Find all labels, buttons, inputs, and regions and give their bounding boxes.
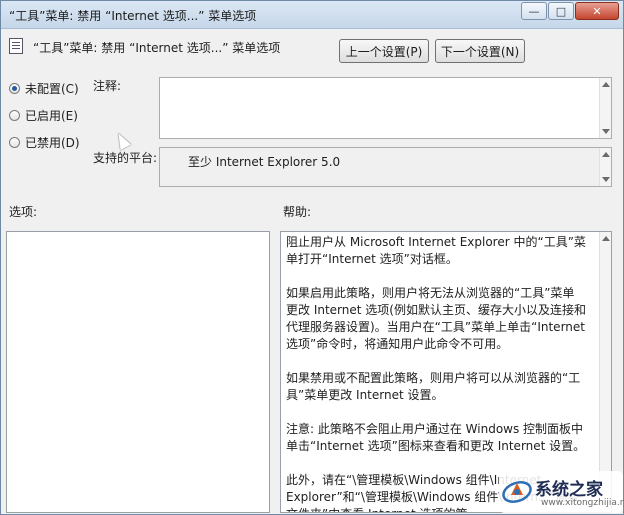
policy-header: “工具”菜单: 禁用 “Internet 选项...” 菜单选项 bbox=[1, 29, 623, 69]
supported-platform-label: 支持的平台: bbox=[93, 151, 158, 165]
platform-scrollbar[interactable] bbox=[599, 148, 611, 186]
scroll-down-arrow-icon[interactable] bbox=[602, 129, 610, 134]
scroll-up-arrow-icon[interactable] bbox=[602, 82, 610, 87]
watermark-url: www.xitongzhijia.net bbox=[541, 498, 624, 508]
close-button[interactable]: ✕ bbox=[575, 2, 619, 20]
radio-button-checked-icon[interactable] bbox=[9, 82, 20, 94]
window-title: “工具”菜单: 禁用 “Internet 选项...” 菜单选项 bbox=[9, 9, 257, 23]
comment-scrollbar[interactable] bbox=[599, 78, 611, 138]
policy-title: “工具”菜单: 禁用 “Internet 选项...” 菜单选项 bbox=[33, 41, 281, 55]
help-paragraph: 如果禁用或不配置此策略，则用户将可以从浏览器的“工具”菜单更改 Internet… bbox=[286, 371, 581, 402]
help-label: 帮助: bbox=[283, 205, 312, 219]
radio-button-icon[interactable] bbox=[9, 136, 20, 148]
comment-textarea[interactable] bbox=[159, 77, 612, 139]
help-paragraph: 注意: 此策略不会阻止用户通过在 Windows 控制面板中单击“Interne… bbox=[286, 422, 586, 453]
scroll-up-arrow-icon[interactable] bbox=[602, 152, 610, 157]
radio-label: 已启用(E) bbox=[25, 108, 78, 123]
watermark-name: 系统之家 bbox=[535, 480, 603, 500]
title-bar[interactable]: “工具”菜单: 禁用 “Internet 选项...” 菜单选项 — □ ✕ bbox=[1, 1, 623, 29]
help-scrollbar[interactable] bbox=[599, 232, 611, 512]
radio-label: 未配置(C) bbox=[25, 81, 79, 96]
comment-label: 注释: bbox=[93, 79, 122, 93]
watermark-logo-icon bbox=[502, 481, 532, 503]
help-paragraph: 阻止用户从 Microsoft Internet Explorer 中的“工具”… bbox=[286, 235, 586, 266]
help-paragraph: 如果启用此策略，则用户将无法从浏览器的“工具”菜单更改 Internet 选项(… bbox=[286, 286, 586, 351]
next-setting-button[interactable]: 下一个设置(N) bbox=[435, 39, 525, 63]
mouse-cursor-icon bbox=[113, 130, 132, 151]
radio-button-icon[interactable] bbox=[9, 109, 20, 121]
site-watermark: 系统之家 www.xitongzhijia.net bbox=[499, 471, 624, 513]
window-controls: — □ ✕ bbox=[521, 2, 619, 20]
previous-setting-button[interactable]: 上一个设置(P) bbox=[339, 39, 429, 63]
options-label: 选项: bbox=[9, 205, 38, 219]
radio-not-configured[interactable]: 未配置(C) bbox=[9, 81, 80, 96]
policy-document-icon bbox=[9, 38, 23, 54]
radio-enabled[interactable]: 已启用(E) bbox=[9, 108, 80, 123]
supported-platform-box: 至少 Internet Explorer 5.0 bbox=[159, 147, 612, 187]
supported-platform-value: 至少 Internet Explorer 5.0 bbox=[188, 155, 341, 169]
maximize-button[interactable]: □ bbox=[548, 2, 574, 20]
minimize-button[interactable]: — bbox=[521, 2, 547, 20]
radio-label: 已禁用(D) bbox=[25, 135, 80, 150]
state-radio-group: 未配置(C) 已启用(E) 已禁用(D) bbox=[9, 81, 80, 162]
options-panel[interactable] bbox=[6, 231, 270, 513]
policy-dialog-window: “工具”菜单: 禁用 “Internet 选项...” 菜单选项 — □ ✕ “… bbox=[0, 0, 624, 515]
scroll-up-arrow-icon[interactable] bbox=[602, 236, 610, 241]
radio-disabled[interactable]: 已禁用(D) bbox=[9, 135, 80, 150]
scroll-down-arrow-icon[interactable] bbox=[602, 177, 610, 182]
